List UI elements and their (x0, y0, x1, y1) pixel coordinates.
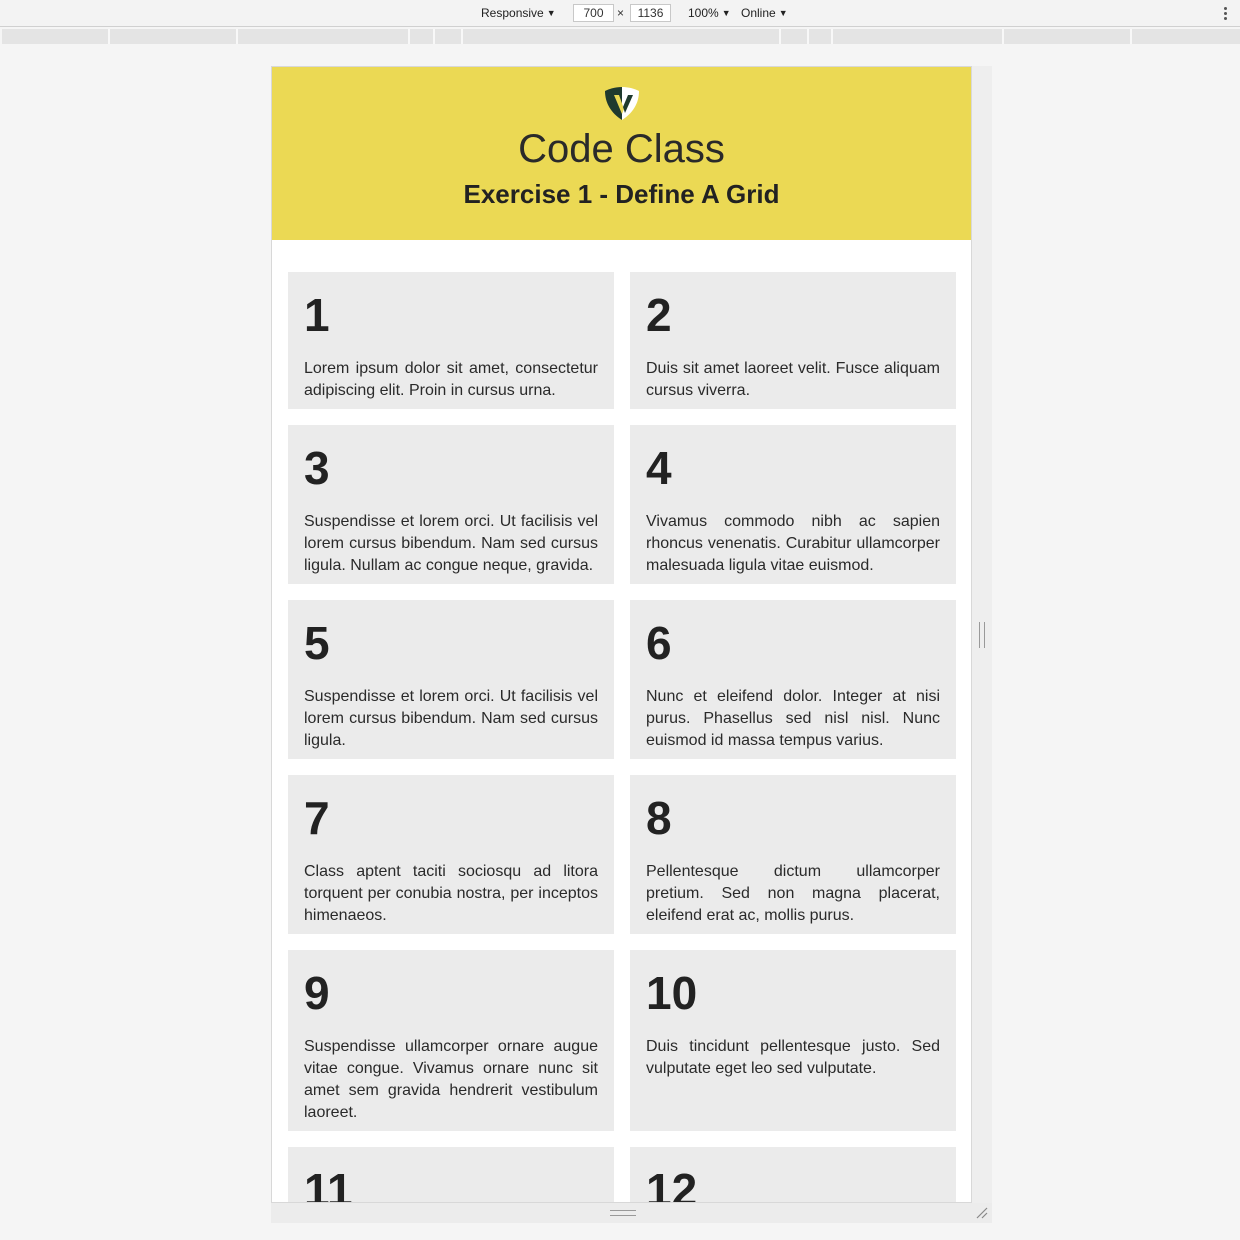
media-query-segment[interactable] (2, 29, 110, 44)
media-query-segment[interactable] (809, 29, 833, 44)
cell-number: 7 (304, 792, 330, 844)
grid-cell: 6 Nunc et eleifend dolor. Integer at nis… (630, 600, 956, 759)
cell-number: 10 (646, 967, 698, 1019)
dimension-separator: × (617, 6, 625, 20)
page-title: Code Class (518, 127, 725, 171)
device-mode-dropdown[interactable]: Responsive ▼ (481, 6, 556, 20)
cell-number: 1 (304, 289, 330, 341)
grid-cell: 7 Class aptent taciti sociosqu ad litora… (288, 775, 614, 934)
grid-cell: 4 Vivamus commodo nibh ac sapien rhoncus… (630, 425, 956, 584)
cell-text: Lorem ipsum dolor sit amet, consectetur … (304, 360, 598, 399)
media-query-segment[interactable] (410, 29, 435, 44)
resize-corner-icon[interactable] (974, 1205, 990, 1221)
cell-number: 3 (304, 442, 330, 494)
cell-text: Class aptent taciti sociosqu ad litora t… (304, 863, 598, 924)
media-query-segment[interactable] (238, 29, 410, 44)
throttle-label: Online (741, 6, 776, 20)
chevron-down-icon: ▼ (546, 8, 556, 18)
grid-cell: 12 (630, 1147, 956, 1203)
site-header: Code Class Exercise 1 - Define A Grid (272, 67, 971, 240)
grid-cell: 1 Lorem ipsum dolor sit amet, consectetu… (288, 272, 614, 409)
device-mode-label: Responsive (481, 6, 544, 20)
media-query-segment[interactable] (1132, 29, 1240, 44)
more-options-icon[interactable] (1219, 4, 1231, 22)
resize-handle-horizontal-icon[interactable] (610, 1210, 636, 1216)
resize-handle-vertical-icon[interactable] (979, 622, 985, 648)
device-toolbar: Responsive ▼ 700 × 1136 100% ▼ Online ▼ (0, 0, 1240, 27)
zoom-label: 100% (688, 6, 719, 20)
viewport-width-input[interactable]: 700 (573, 4, 614, 22)
media-query-segment[interactable] (110, 29, 238, 44)
cell-text: Suspendisse ullamcorper ornare augue vit… (304, 1038, 598, 1121)
chevron-down-icon: ▼ (721, 8, 731, 18)
cell-number: 6 (646, 617, 672, 669)
throttle-dropdown[interactable]: Online ▼ (741, 6, 788, 20)
cell-text: Duis sit amet laoreet velit. Fusce aliqu… (646, 360, 940, 399)
cell-number: 8 (646, 792, 672, 844)
media-query-segment[interactable] (1004, 29, 1132, 44)
page-subtitle: Exercise 1 - Define A Grid (463, 179, 780, 209)
cell-number: 5 (304, 617, 330, 669)
viewport-height-input[interactable]: 1136 (630, 4, 671, 22)
cell-text: Duis tincidunt pellentesque justo. Sed v… (646, 1038, 940, 1077)
cell-number: 4 (646, 442, 672, 494)
cell-number: 12 (646, 1164, 698, 1203)
cell-number: 11 (304, 1164, 353, 1203)
zoom-dropdown[interactable]: 100% ▼ (688, 6, 731, 20)
cell-text: Suspendisse et lorem orci. Ut facilisis … (304, 688, 598, 749)
grid-cell: 5 Suspendisse et lorem orci. Ut facilisi… (288, 600, 614, 759)
shield-logo-icon (604, 87, 639, 120)
media-query-segment[interactable] (781, 29, 809, 44)
cell-text: Vivamus commodo nibh ac sapien rhoncus v… (646, 513, 940, 574)
grid-cell: 9 Suspendisse ullamcorper ornare augue v… (288, 950, 614, 1131)
cell-number: 9 (304, 967, 330, 1019)
cell-number: 2 (646, 289, 672, 341)
grid-cell: 11 (288, 1147, 614, 1203)
content-grid: 1 Lorem ipsum dolor sit amet, consectetu… (272, 240, 971, 1203)
cell-text: Pellentesque dictum ullamcorper pretium.… (646, 863, 940, 924)
cell-text: Nunc et eleifend dolor. Integer at nisi … (646, 688, 940, 749)
media-query-bar (2, 29, 1240, 44)
media-query-segment[interactable] (833, 29, 1004, 44)
grid-cell: 10 Duis tincidunt pellentesque justo. Se… (630, 950, 956, 1131)
chevron-down-icon: ▼ (778, 8, 788, 18)
grid-cell: 8 Pellentesque dictum ullamcorper pretiu… (630, 775, 956, 934)
grid-cell: 2 Duis sit amet laoreet velit. Fusce ali… (630, 272, 956, 409)
media-query-segment[interactable] (463, 29, 781, 44)
cell-text: Suspendisse et lorem orci. Ut facilisis … (304, 513, 598, 574)
grid-cell: 3 Suspendisse et lorem orci. Ut facilisi… (288, 425, 614, 584)
device-viewport: Code Class Exercise 1 - Define A Grid 1 … (271, 66, 972, 1203)
media-query-segment[interactable] (435, 29, 463, 44)
